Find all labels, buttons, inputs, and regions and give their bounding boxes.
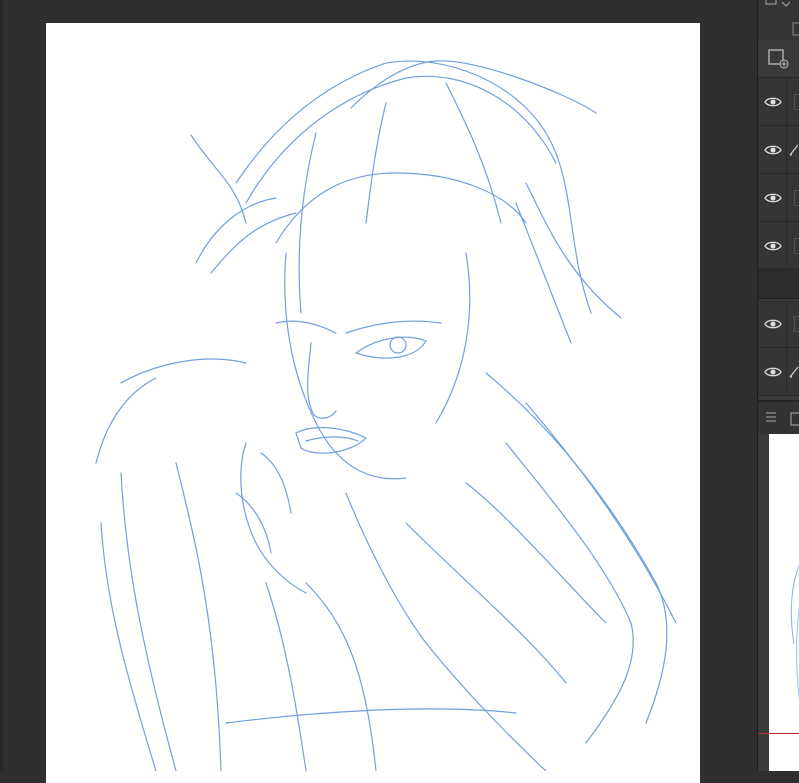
copy-icon[interactable] xyxy=(792,22,799,36)
layer-thumbnail xyxy=(794,238,799,254)
layer-thumbnail xyxy=(794,190,799,206)
layer-toolbar xyxy=(758,40,799,78)
pen-icon xyxy=(789,366,799,378)
hair-stroke xyxy=(235,60,592,314)
face-stroke xyxy=(275,320,337,334)
hair-stroke xyxy=(195,197,277,264)
navigator-viewport-marker xyxy=(758,733,799,734)
layer-row[interactable] xyxy=(758,126,799,174)
layer-row[interactable] xyxy=(758,300,799,348)
layer-thumbnail xyxy=(794,94,799,110)
face-stroke xyxy=(435,252,471,424)
brow-stroke xyxy=(345,320,442,334)
eye-icon[interactable] xyxy=(763,92,783,112)
eye-icon[interactable] xyxy=(763,314,783,334)
layer-row[interactable] xyxy=(758,222,799,270)
navigator-preview[interactable] xyxy=(769,434,799,771)
layer-row[interactable] xyxy=(758,78,799,126)
body-stroke xyxy=(405,522,567,684)
layer-thumbnail xyxy=(794,316,799,332)
layer-separator xyxy=(786,222,787,269)
layers-panel xyxy=(757,0,799,771)
hair-stroke xyxy=(515,202,572,344)
face-stroke xyxy=(284,252,407,480)
layer-separator xyxy=(786,174,787,221)
panel-header xyxy=(758,0,799,40)
left-edge xyxy=(0,0,3,771)
sketch-thumbnail xyxy=(790,565,799,700)
layer-separator xyxy=(786,78,787,125)
layer-folder-divider xyxy=(758,268,799,299)
layer-separator xyxy=(786,300,787,347)
nose-stroke xyxy=(307,342,337,419)
hair-stroke xyxy=(445,82,502,224)
mouth-stroke xyxy=(305,436,359,442)
body-stroke xyxy=(305,582,377,771)
eye-iris xyxy=(389,336,407,354)
body-stroke xyxy=(525,402,677,624)
sketch-drawing xyxy=(95,60,677,771)
hair-stroke xyxy=(525,182,622,319)
hair-stroke xyxy=(275,172,527,244)
hair-stroke xyxy=(190,134,247,224)
copy-icon[interactable] xyxy=(790,412,799,426)
body-stroke xyxy=(485,372,668,724)
hand-stroke xyxy=(235,492,272,554)
eye-icon[interactable] xyxy=(763,236,783,256)
hair-stroke xyxy=(365,102,387,224)
eye-icon[interactable] xyxy=(763,140,783,160)
layer-row[interactable] xyxy=(758,348,799,396)
body-stroke xyxy=(345,492,547,771)
navigator-header xyxy=(758,400,799,434)
body-stroke xyxy=(505,442,634,744)
drawing-canvas[interactable] xyxy=(46,23,700,783)
layer-separator xyxy=(786,348,787,395)
hair-stroke xyxy=(245,75,557,204)
canvas-workspace[interactable] xyxy=(0,0,757,783)
body-stroke xyxy=(265,582,307,771)
body-stroke xyxy=(120,358,247,384)
body-stroke xyxy=(100,522,157,771)
panel-collapse-icon[interactable] xyxy=(764,0,794,10)
body-stroke xyxy=(120,472,177,771)
hand-stroke xyxy=(260,452,292,514)
pen-icon xyxy=(789,144,799,156)
body-stroke xyxy=(95,377,157,464)
hair-stroke xyxy=(210,212,297,274)
body-stroke xyxy=(225,708,517,724)
hair-stroke xyxy=(298,132,317,314)
layer-separator xyxy=(786,126,787,173)
eye-icon[interactable] xyxy=(763,188,783,208)
layer-row[interactable] xyxy=(758,174,799,222)
new-layer-icon[interactable] xyxy=(768,48,790,70)
eye-icon[interactable] xyxy=(763,362,783,382)
body-stroke xyxy=(465,482,607,624)
hair-stroke xyxy=(350,60,597,114)
menu-icon[interactable] xyxy=(765,411,777,423)
body-stroke xyxy=(175,462,222,771)
